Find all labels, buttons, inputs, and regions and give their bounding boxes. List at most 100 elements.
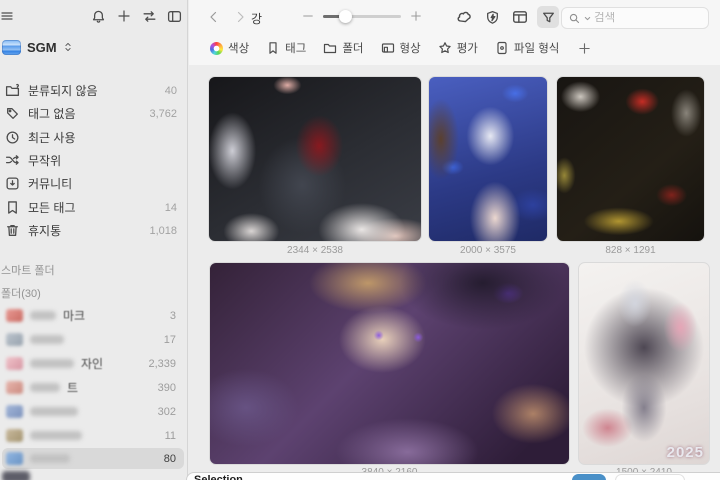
filter-chip-tag[interactable]: 태그 [266,40,306,56]
folder-count: 17 [164,334,176,346]
filter-chip-label: 폴더 [342,40,363,56]
folder-name-blurred [30,454,70,463]
image-thumbnail[interactable] [428,76,548,242]
tag-icon [266,41,280,55]
folder-name-blurred [30,311,56,320]
clock-icon [5,130,20,145]
zoom-in-button[interactable] [409,9,423,23]
shield-bolt-icon [485,10,500,25]
sidebar-toggle-button[interactable] [164,6,184,26]
sidebar-item-community[interactable]: 커뮤니티 [3,173,183,194]
selection-primary-button[interactable] [572,474,606,480]
filter-chip-color[interactable]: 색상 [210,40,249,56]
folder-thumb-icon [6,429,23,442]
library-name: SGM [27,40,57,55]
cloud-icon [456,9,472,25]
filter-toggle-button[interactable] [537,6,559,28]
sidebar-item-count: 40 [165,85,177,97]
folder-count: 11 [165,430,176,442]
selection-secondary-button[interactable] [615,474,685,480]
chevron-down-icon [584,15,591,22]
library-selector[interactable]: SGM [2,36,73,58]
filter-chip-filetype[interactable]: 파일 형식 [495,40,560,56]
filter-bar: 색상 태그 폴더 형상 평가 [210,40,592,56]
feedback-button[interactable] [481,6,503,28]
image-dimensions-caption: 2344 × 2538 [208,245,422,256]
sidebar-item-trash[interactable]: 휴지통 1,018 [3,220,183,241]
trash-icon [5,223,20,238]
panel-icon [167,9,182,24]
zoom-out-button[interactable] [301,9,315,23]
community-box-icon [5,176,20,191]
image-thumbnail[interactable] [556,76,705,242]
folder-row-selected[interactable]: 80 [2,448,184,469]
image-thumbnail[interactable] [208,76,422,242]
zoom-slider-thumb[interactable] [339,10,352,23]
layout-button[interactable] [509,6,531,28]
image-thumbnail[interactable]: 2025 [578,262,710,465]
folder-thumb-icon [6,309,23,322]
sidebar-item-label: 무작위 [28,152,61,169]
sidebar-item-count: 3,762 [149,108,177,120]
folder-row[interactable]: 17 [2,329,184,350]
folder-row[interactable]: 마크 3 [2,305,184,326]
transfer-button[interactable] [139,6,159,26]
sidebar-item-random[interactable]: 무작위 [3,150,183,171]
back-button[interactable] [205,8,223,26]
aspect-ratio-icon [381,41,395,55]
notifications-button[interactable] [88,6,108,26]
add-filter-button[interactable] [576,40,592,56]
chevron-right-icon [233,10,247,24]
sidebar-item-count: 1,018 [149,225,177,237]
search-box [561,7,709,29]
filter-chip-rating[interactable]: 평가 [438,40,478,56]
zoom-slider[interactable] [323,15,401,18]
folder-name-fragment: 마크 [63,307,85,324]
image-thumbnail[interactable] [209,262,570,465]
folder-name-blurred [30,359,74,368]
sidebar-item-recent[interactable]: 최근 사용 [3,127,183,148]
star-icon [438,41,452,55]
filter-chip-label: 파일 형식 [514,40,560,56]
bell-icon [91,9,106,24]
history-nav [205,8,249,26]
filter-chip-folder[interactable]: 폴더 [323,40,363,56]
folder-row[interactable]: 트 390 [2,377,184,398]
sidebar-item-all-tags[interactable]: 모든 태그 14 [3,197,183,218]
filter-chip-label: 태그 [285,40,306,56]
plus-icon [410,10,422,22]
folder-count: 390 [158,382,176,394]
menu-button[interactable] [0,6,18,26]
folder-thumb-icon [6,357,23,370]
filter-chip-shape[interactable]: 형상 [381,40,421,56]
filter-chip-label: 평가 [457,40,478,56]
sidebar: SGM 분류되지 않음 40 태그 없음 3,762 최근 사용 무작위 커뮤니… [0,0,188,480]
selection-bar-title: Selection [194,474,243,480]
folder-thumb-icon [2,471,30,480]
hamburger-icon [1,9,15,23]
sidebar-item-untagged[interactable]: 태그 없음 3,762 [3,103,183,124]
color-wheel-icon [210,42,223,55]
folder-thumb-icon [6,381,23,394]
sidebar-topbar [0,6,187,28]
toolbar-icon-group [453,6,559,28]
folder-name-fragment: 트 [67,379,78,396]
section-folders: 폴더(30) [1,285,41,301]
folder-row[interactable]: 302 [2,401,184,422]
forward-button[interactable] [231,8,249,26]
main-area: 강 [189,0,720,480]
search-input[interactable] [594,12,684,24]
bookmark-icon [5,200,20,215]
add-button[interactable] [114,6,134,26]
folder-row[interactable]: 자인 2,339 [2,353,184,374]
library-icon [2,40,21,55]
folder-row[interactable]: 11 [2,425,184,446]
thumbnail-zoom-control [301,9,423,23]
cloud-shape-button[interactable] [453,6,475,28]
folder-name-blurred [30,335,64,344]
plus-icon [578,42,591,55]
layout-icon [512,9,528,25]
folder-icon [323,41,337,55]
file-icon [495,41,509,55]
sidebar-item-uncategorized[interactable]: 분류되지 않음 40 [3,80,183,101]
